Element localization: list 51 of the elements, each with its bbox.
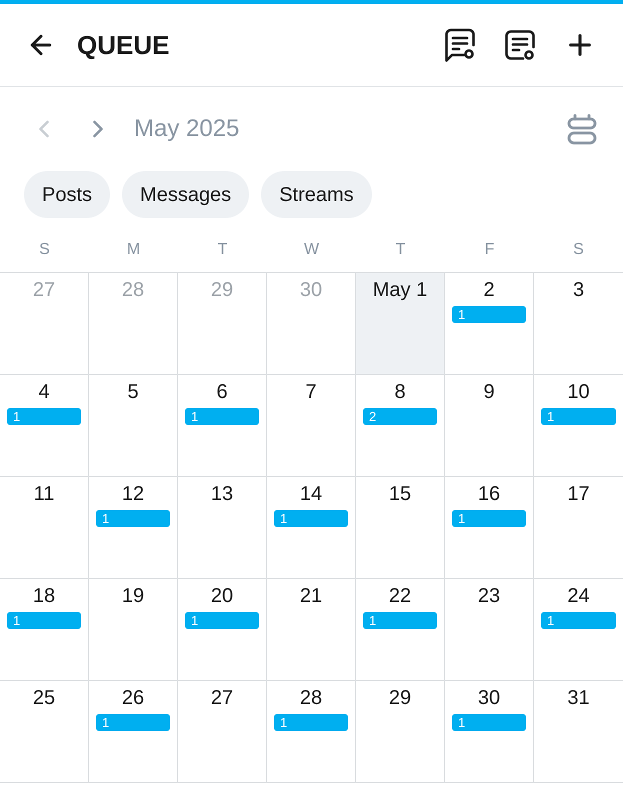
day-number: 23 (478, 584, 500, 608)
weekday-label: T (396, 240, 406, 260)
weekday-label: S (39, 240, 50, 260)
day-number: 26 (122, 686, 144, 710)
day-number: 30 (300, 278, 322, 302)
day-number: May 1 (372, 278, 428, 302)
day-number: 27 (32, 278, 56, 302)
filter-chip[interactable]: Posts (24, 171, 110, 218)
month-label: May 2025 (134, 114, 240, 144)
day-number: 16 (478, 482, 500, 506)
day-cell[interactable]: May 1 (356, 273, 445, 374)
day-number: 20 (210, 584, 234, 608)
calendar-view-icon[interactable] (567, 114, 597, 144)
weekday-label: S (573, 240, 584, 260)
day-number: 25 (32, 686, 56, 710)
day-number: 30 (478, 686, 500, 710)
day-number: 31 (567, 686, 590, 710)
day-number: 4 (38, 380, 50, 404)
day-number: 27 (210, 686, 234, 710)
day-number: 17 (567, 482, 590, 506)
filter-chip[interactable]: Streams (261, 171, 372, 218)
day-number: 24 (567, 584, 590, 608)
weekday-label: M (126, 240, 140, 260)
day-number: 10 (567, 380, 590, 404)
document-lines-icon[interactable] (504, 29, 536, 61)
day-number: 3 (572, 278, 584, 302)
day-number: 22 (388, 584, 412, 608)
weekday-label: W (304, 240, 320, 260)
page-title: QUEUE (77, 30, 170, 60)
day-number: 15 (388, 482, 412, 506)
day-number: 2 (483, 278, 495, 302)
day-number: 8 (394, 380, 406, 404)
day-number: 9 (483, 380, 495, 404)
day-number: 14 (300, 482, 322, 506)
day-number: 7 (305, 380, 317, 404)
weekday-label: F (484, 240, 494, 260)
day-number: 29 (388, 686, 412, 710)
day-number: 11 (34, 482, 54, 506)
day-number: 12 (122, 482, 144, 506)
weekday-label: T (218, 240, 228, 260)
day-number: 29 (210, 278, 234, 302)
filter-chip[interactable]: Messages (122, 171, 250, 218)
day-number: 13 (210, 482, 234, 506)
day-number: 28 (122, 278, 144, 302)
day-number: 28 (300, 686, 322, 710)
day-number: 19 (122, 584, 144, 608)
day-number: 18 (32, 584, 56, 608)
day-number: 6 (216, 380, 228, 404)
day-number: 5 (127, 380, 139, 404)
chat-lines-icon[interactable] (444, 28, 476, 62)
day-number: 21 (300, 584, 322, 608)
